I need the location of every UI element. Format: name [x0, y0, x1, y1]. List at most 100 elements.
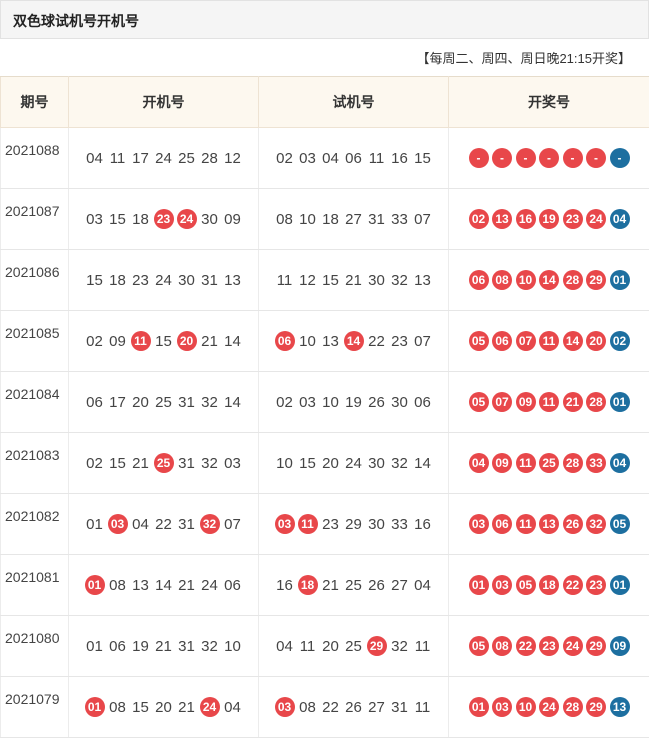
number: 08 [273, 211, 296, 228]
number: 30 [388, 394, 411, 411]
draw-ball-list: 04091125283304 [469, 453, 630, 473]
draw-number-cell: 01031024282913 [449, 677, 649, 738]
red-ball: 01 [469, 697, 489, 717]
number: 30 [365, 516, 388, 533]
draw-number-cell: 03061113263205 [449, 494, 649, 555]
number: 13 [319, 333, 342, 350]
table-row: 2021079010815202124040308222627311101031… [1, 677, 649, 738]
draw-number-cell: 02131619232404 [449, 189, 649, 250]
table-row: 2021083021521253132031015202430321404091… [1, 433, 649, 494]
red-ball: 16 [516, 209, 536, 229]
trial-number-cell: 08101827313307 [259, 189, 449, 250]
number: 23 [129, 272, 152, 289]
number: 03 [296, 394, 319, 411]
number: 02 [83, 333, 106, 350]
red-ball: 05 [516, 575, 536, 595]
table-body: 20210880411172425281202030406111615-----… [1, 128, 649, 738]
red-ball: 03 [492, 575, 512, 595]
number: 14 [152, 577, 175, 594]
matched-number-ball: 24 [177, 209, 197, 229]
number: 16 [388, 150, 411, 167]
number: 31 [175, 638, 198, 655]
number: 22 [152, 516, 175, 533]
number: 13 [411, 272, 434, 289]
number: 14 [411, 455, 434, 472]
trial-number-list: 03112329303316 [273, 514, 434, 534]
red-ball: 02 [469, 209, 489, 229]
header-draw-number: 开奖号 [449, 77, 649, 128]
number: 08 [106, 577, 129, 594]
number: 20 [319, 455, 342, 472]
red-ball: 11 [516, 453, 536, 473]
number: 10 [296, 333, 319, 350]
number: 03 [296, 150, 319, 167]
trial-number-list: 08101827313307 [273, 211, 434, 228]
number: 18 [129, 211, 152, 228]
number: 31 [198, 272, 221, 289]
draw-number-cell: 05082223242909 [449, 616, 649, 677]
number: 11 [411, 699, 434, 716]
results-table: 期号 开机号 试机号 开奖号 2021088041117242528120203… [0, 76, 649, 738]
blue-ball: 13 [610, 697, 630, 717]
draw-ball-list: 02131619232404 [469, 209, 630, 229]
red-ball: 18 [539, 575, 559, 595]
red-ball: 26 [563, 514, 583, 534]
number: 16 [273, 577, 296, 594]
number: 30 [365, 272, 388, 289]
matched-number-ball: 14 [344, 331, 364, 351]
header-open-number: 开机号 [69, 77, 259, 128]
draw-number-cell: 04091125283304 [449, 433, 649, 494]
red-ball: 29 [586, 270, 606, 290]
open-number-cell: 01081314212406 [69, 555, 259, 616]
number: 20 [152, 699, 175, 716]
number: 23 [319, 516, 342, 533]
red-ball: 20 [586, 331, 606, 351]
number: 31 [388, 699, 411, 716]
number: 04 [221, 699, 244, 716]
draw-number-cell: 01030518222301 [449, 555, 649, 616]
number: 04 [129, 516, 152, 533]
open-number-list: 01081520212404 [83, 697, 244, 717]
red-ball: 08 [492, 636, 512, 656]
red-ball: 01 [469, 575, 489, 595]
open-number-list: 15182324303113 [83, 272, 244, 289]
number: 15 [106, 211, 129, 228]
number: 11 [296, 638, 319, 655]
number: 08 [106, 699, 129, 716]
issue-cell: 2021081 [1, 555, 69, 616]
matched-number-ball: 11 [131, 331, 151, 351]
draw-number-cell: 05060711142002 [449, 311, 649, 372]
number: 33 [388, 516, 411, 533]
number: 30 [365, 455, 388, 472]
number: 15 [296, 455, 319, 472]
number: 11 [106, 150, 129, 167]
number: 25 [342, 638, 365, 655]
draw-ball-list: 01030518222301 [469, 575, 630, 595]
number: 06 [106, 638, 129, 655]
number: 17 [129, 150, 152, 167]
draw-ball-list: 01031024282913 [469, 697, 630, 717]
number: 07 [411, 333, 434, 350]
number: 15 [319, 272, 342, 289]
trial-number-cell: 02031019263006 [259, 372, 449, 433]
red-ball: 23 [586, 575, 606, 595]
red-ball: 06 [492, 331, 512, 351]
number: 26 [365, 394, 388, 411]
matched-number-ball: 01 [85, 697, 105, 717]
number: 32 [388, 638, 411, 655]
number: 03 [221, 455, 244, 472]
number: 16 [411, 516, 434, 533]
issue-cell: 2021084 [1, 372, 69, 433]
number: 03 [83, 211, 106, 228]
open-number-cell: 02091115202114 [69, 311, 259, 372]
open-number-cell: 06172025313214 [69, 372, 259, 433]
red-ball: 32 [586, 514, 606, 534]
number: 15 [411, 150, 434, 167]
red-ball: 13 [539, 514, 559, 534]
red-ball: 04 [469, 453, 489, 473]
red-ball: 09 [516, 392, 536, 412]
trial-number-list: 02031019263006 [273, 394, 434, 411]
red-ball: 11 [516, 514, 536, 534]
issue-cell: 2021083 [1, 433, 69, 494]
number: 15 [83, 272, 106, 289]
